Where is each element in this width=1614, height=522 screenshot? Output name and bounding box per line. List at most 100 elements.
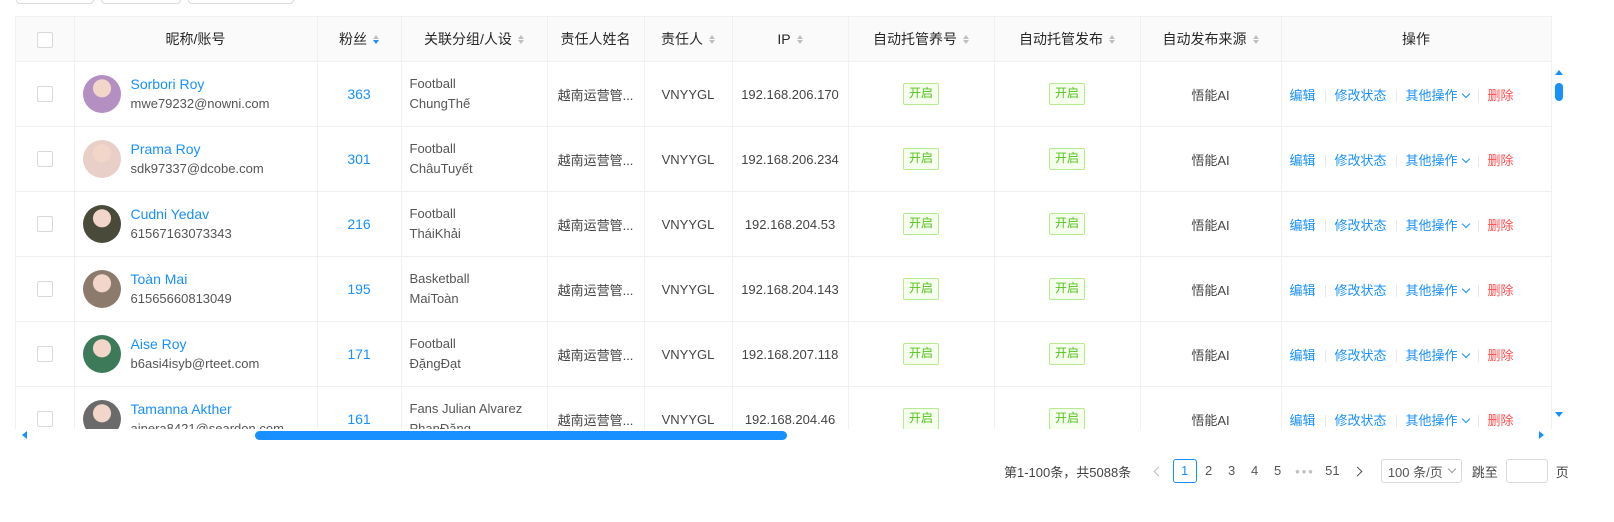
sort-icon[interactable] — [796, 34, 803, 44]
toolbar-button-2[interactable] — [101, 0, 181, 4]
scroll-right-arrow-icon[interactable] — [1539, 431, 1544, 439]
fans-count-link[interactable]: 363 — [347, 86, 370, 102]
ops-divider — [1477, 285, 1479, 298]
table-row: Tamanna Akther ajnera8421@seardon.com 16… — [16, 386, 1552, 429]
delete-button[interactable]: 删除 — [1488, 283, 1514, 298]
auto-source: 悟能AI — [1191, 152, 1230, 168]
next-page-icon[interactable] — [1352, 466, 1363, 476]
page-3[interactable]: 3 — [1221, 460, 1243, 482]
sort-icon[interactable] — [517, 34, 524, 44]
auto-host-cell: 开启 — [848, 126, 995, 192]
row-checkbox[interactable] — [36, 216, 53, 233]
account-name-link[interactable]: Sorbori Roy — [131, 74, 270, 94]
toolbar-button-1[interactable] — [16, 0, 94, 4]
more-ops-dropdown[interactable]: 其他操作 — [1406, 88, 1470, 103]
account-name-link[interactable]: Cudni Yedav — [131, 204, 232, 224]
change-status-button[interactable]: 修改状态 — [1335, 153, 1387, 168]
avatar — [82, 140, 121, 178]
edit-button[interactable]: 编辑 — [1290, 153, 1316, 168]
fans-count-link[interactable]: 171 — [347, 346, 370, 362]
ip-address: 192.168.204.46 — [744, 411, 836, 427]
delete-button[interactable]: 删除 — [1488, 153, 1514, 168]
auto-source: 悟能AI — [1191, 217, 1230, 233]
page-size-select[interactable]: 100 条/页 — [1380, 459, 1462, 483]
row-select[interactable] — [16, 126, 75, 192]
delete-button[interactable]: 删除 — [1488, 413, 1514, 428]
account-name-link[interactable]: Tamanna Akther — [131, 399, 284, 419]
scroll-down-arrow-icon[interactable] — [1555, 412, 1563, 417]
row-checkbox[interactable] — [36, 411, 53, 428]
change-status-button[interactable]: 修改状态 — [1335, 88, 1387, 103]
edit-button[interactable]: 编辑 — [1290, 218, 1316, 233]
row-select[interactable] — [16, 61, 75, 127]
row-select[interactable] — [16, 386, 75, 429]
row-select[interactable] — [16, 191, 75, 257]
fans-count-link[interactable]: 301 — [347, 151, 370, 167]
scroll-left-arrow-icon[interactable] — [22, 431, 27, 439]
row-checkbox[interactable] — [36, 281, 53, 298]
account-id: 61567163073343 — [130, 226, 232, 241]
more-ops-dropdown[interactable]: 其他操作 — [1406, 153, 1470, 168]
header-group[interactable]: 关联分组/人设 — [401, 17, 548, 62]
change-status-button[interactable]: 修改状态 — [1335, 413, 1387, 428]
auto-publish-status-badge: 开启 — [1048, 148, 1085, 170]
header-auto-source[interactable]: 自动发布来源 — [1140, 17, 1282, 62]
row-checkbox[interactable] — [36, 346, 53, 363]
more-ops-dropdown[interactable]: 其他操作 — [1406, 283, 1470, 298]
page-2[interactable]: 2 — [1198, 460, 1220, 482]
account-name-link[interactable]: Aise Roy — [131, 334, 260, 354]
scroll-up-arrow-icon[interactable] — [1555, 70, 1563, 75]
prev-page-icon[interactable] — [1153, 466, 1164, 476]
sort-icon[interactable] — [709, 34, 715, 44]
pagination-ellipsis[interactable]: ••• — [1295, 464, 1315, 479]
edit-button[interactable]: 编辑 — [1290, 283, 1316, 298]
account-name-link[interactable]: Prama Roy — [131, 139, 264, 159]
page-5[interactable]: 5 — [1267, 460, 1289, 482]
header-fans[interactable]: 粉丝 — [317, 17, 402, 62]
delete-button[interactable]: 删除 — [1488, 218, 1514, 233]
auto-publish-cell: 开启 — [994, 256, 1141, 322]
page-4[interactable]: 4 — [1244, 460, 1266, 482]
delete-button[interactable]: 删除 — [1488, 88, 1514, 103]
header-auto-host[interactable]: 自动托管养号 — [848, 17, 995, 62]
edit-button[interactable]: 编辑 — [1290, 348, 1316, 363]
select-all-checkbox[interactable] — [36, 31, 53, 48]
sort-icon[interactable] — [1109, 34, 1115, 44]
fans-count-link[interactable]: 161 — [347, 411, 370, 427]
header-auto-publish[interactable]: 自动托管发布 — [994, 17, 1141, 62]
row-select[interactable] — [16, 256, 75, 322]
change-status-button[interactable]: 修改状态 — [1335, 283, 1387, 298]
change-status-button[interactable]: 修改状态 — [1335, 348, 1387, 363]
vertical-scrollbar-thumb[interactable] — [1555, 83, 1563, 101]
more-ops-dropdown[interactable]: 其他操作 — [1406, 218, 1470, 233]
more-ops-dropdown[interactable]: 其他操作 — [1406, 413, 1470, 428]
edit-button[interactable]: 编辑 — [1290, 413, 1316, 428]
table-row: Toàn Mai 61565660813049 195 Basketball M… — [16, 256, 1552, 322]
fans-count-link[interactable]: 216 — [347, 216, 370, 232]
edit-button[interactable]: 编辑 — [1290, 88, 1316, 103]
fans-count-link[interactable]: 195 — [347, 281, 370, 297]
header-select-all[interactable] — [16, 17, 75, 62]
header-owner[interactable]: 责任人 — [644, 17, 733, 62]
horizontal-scrollbar-thumb[interactable] — [255, 431, 787, 440]
persona-name: ĐặngĐạt — [409, 356, 461, 371]
sort-icon[interactable] — [373, 34, 379, 44]
sort-icon[interactable] — [1252, 34, 1259, 44]
page-last[interactable]: 51 — [1321, 460, 1343, 482]
change-status-button[interactable]: 修改状态 — [1335, 218, 1387, 233]
chevron-down-icon — [1461, 219, 1470, 228]
sort-icon[interactable] — [963, 34, 969, 44]
group-name: Fans Julian Alvarez — [409, 401, 523, 416]
row-select[interactable] — [16, 321, 75, 387]
account-name-link[interactable]: Toàn Mai — [131, 269, 232, 289]
header-ip[interactable]: IP — [732, 17, 849, 62]
account-cell: Cudni Yedav 61567163073343 — [74, 191, 318, 257]
fans-cell: 301 — [317, 126, 402, 192]
page-1[interactable]: 1 — [1172, 459, 1197, 483]
toolbar-button-3[interactable] — [188, 0, 294, 4]
row-checkbox[interactable] — [36, 86, 53, 103]
row-checkbox[interactable] — [36, 151, 53, 168]
delete-button[interactable]: 删除 — [1488, 348, 1514, 363]
jump-page-input[interactable] — [1505, 459, 1548, 483]
more-ops-dropdown[interactable]: 其他操作 — [1406, 348, 1470, 363]
